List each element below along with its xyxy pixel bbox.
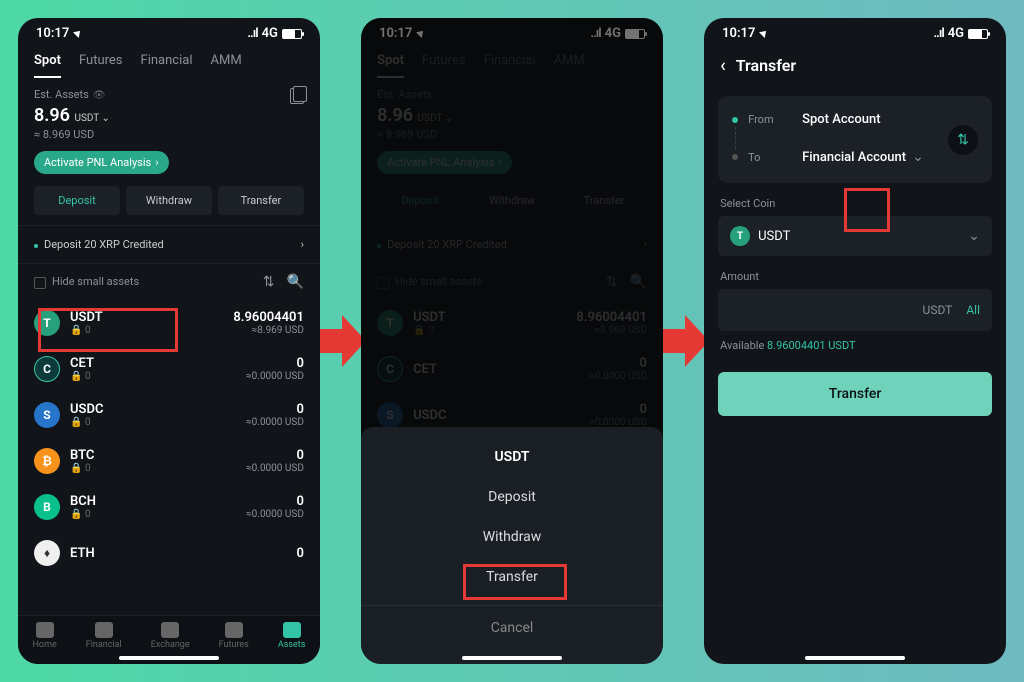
from-label: From — [748, 113, 792, 126]
nav-home[interactable]: Home — [33, 622, 57, 650]
sheet-title: USDT — [361, 443, 663, 477]
status-time: 10:17 — [36, 26, 69, 41]
nav-exchange[interactable]: Exchange — [151, 622, 190, 650]
page-title: Transfer — [736, 56, 796, 75]
location-icon — [73, 26, 81, 41]
from-account[interactable]: Spot Account — [802, 112, 880, 127]
status-bar: 10:17 ..ıl4G — [704, 18, 1006, 45]
location-icon — [759, 26, 767, 41]
screen-transfer: 10:17 ..ıl4G ‹ Transfer From Spot Accoun… — [704, 18, 1006, 664]
select-coin-label: Select Coin — [720, 197, 990, 210]
swap-accounts-button[interactable]: ⇅ — [948, 125, 978, 155]
transfer-button[interactable]: Transfer — [218, 186, 304, 215]
screen-action-sheet: 10:17 ..ıl4G Spot Futures Financial AMM … — [361, 18, 663, 664]
tab-futures[interactable]: Futures — [79, 53, 123, 78]
sort-icon[interactable]: ⇅ — [263, 274, 275, 290]
lock-icon: 🔒 0 — [70, 325, 103, 336]
available-balance: Available 8.96004401 USDT — [720, 339, 990, 352]
network-label: 4G — [262, 26, 278, 41]
pnl-analysis-button[interactable]: Activate PNL Analysis› — [34, 151, 169, 174]
sheet-transfer[interactable]: Transfer — [361, 557, 663, 597]
battery-icon — [968, 29, 988, 39]
sheet-deposit[interactable]: Deposit — [361, 477, 663, 517]
nav-futures[interactable]: Futures — [219, 622, 249, 650]
amount-all-button[interactable]: All — [966, 303, 980, 317]
asset-row-eth[interactable]: ♦ ETH 0 — [18, 530, 320, 576]
nav-financial[interactable]: Financial — [86, 622, 122, 650]
sheet-cancel[interactable]: Cancel — [361, 605, 663, 640]
sheet-withdraw[interactable]: Withdraw — [361, 517, 663, 557]
eth-icon: ♦ — [34, 540, 60, 566]
action-sheet: USDT Deposit Withdraw Transfer Cancel — [361, 427, 663, 664]
hide-small-assets-toggle[interactable]: Hide small assets — [34, 275, 139, 288]
select-coin[interactable]: TUSDT ⌄ — [718, 216, 992, 256]
chevron-right-icon: › — [301, 238, 304, 251]
chevron-down-icon: ⌄ — [912, 149, 924, 165]
btc-icon: ₿ — [34, 448, 60, 474]
eye-icon[interactable] — [93, 88, 106, 101]
home-indicator — [805, 656, 905, 660]
amount-unit: USDT — [923, 303, 953, 317]
signal-icon: ..ıl — [247, 26, 257, 41]
to-label: To — [748, 151, 792, 164]
home-indicator — [119, 656, 219, 660]
screen-spot-assets: 10:17 ..ıl 4G Spot Futures Financial AMM… — [18, 18, 320, 664]
asset-row-usdt[interactable]: T USDT 🔒 0 8.96004401 ≈8.969 USD — [18, 300, 320, 346]
usdc-icon: S — [34, 402, 60, 428]
usdt-icon: T — [730, 226, 750, 246]
tab-financial[interactable]: Financial — [141, 53, 193, 78]
asset-tabs: Spot Futures Financial AMM — [18, 45, 320, 78]
nav-assets[interactable]: Assets — [278, 622, 306, 650]
accounts-card: From Spot Account To Financial Account⌄ … — [718, 96, 992, 183]
asset-row-bch[interactable]: B BCH 🔒 0 0 ≈0.0000 USD — [18, 484, 320, 530]
battery-icon — [282, 29, 302, 39]
confirm-transfer-button[interactable]: Transfer — [718, 372, 992, 416]
est-assets-label: Est. Assets — [34, 88, 110, 101]
search-icon[interactable]: 🔍 — [286, 274, 303, 290]
deposit-button[interactable]: Deposit — [34, 186, 120, 215]
cet-icon: C — [34, 356, 60, 382]
copy-icon[interactable] — [290, 88, 304, 104]
to-account[interactable]: Financial Account⌄ — [802, 149, 924, 165]
chevron-down-icon: ⌄ — [968, 228, 980, 244]
step-arrow-2 — [663, 315, 704, 367]
amount-label: Amount — [720, 270, 990, 283]
tab-spot[interactable]: Spot — [34, 53, 61, 78]
asset-row-cet[interactable]: C CET 🔒 0 0 ≈0.0000 USD — [18, 346, 320, 392]
withdraw-button[interactable]: Withdraw — [126, 186, 212, 215]
tab-amm[interactable]: AMM — [211, 53, 242, 78]
credit-notice[interactable]: Deposit 20 XRP Credited › — [18, 225, 320, 264]
usdt-icon: T — [34, 310, 60, 336]
home-indicator — [462, 656, 562, 660]
approx-balance: ≈ 8.969 USD — [34, 128, 110, 141]
status-bar: 10:17 ..ıl 4G — [18, 18, 320, 45]
back-button[interactable]: ‹ — [720, 55, 726, 76]
asset-row-usdc[interactable]: S USDC 🔒 0 0 ≈0.0000 USD — [18, 392, 320, 438]
total-balance: 8.96 USDT ⌄ — [34, 105, 110, 126]
bch-icon: B — [34, 494, 60, 520]
asset-row-btc[interactable]: ₿ BTC 🔒 0 0 ≈0.0000 USD — [18, 438, 320, 484]
step-arrow-1 — [320, 315, 361, 367]
amount-input[interactable]: USDT All — [718, 289, 992, 331]
